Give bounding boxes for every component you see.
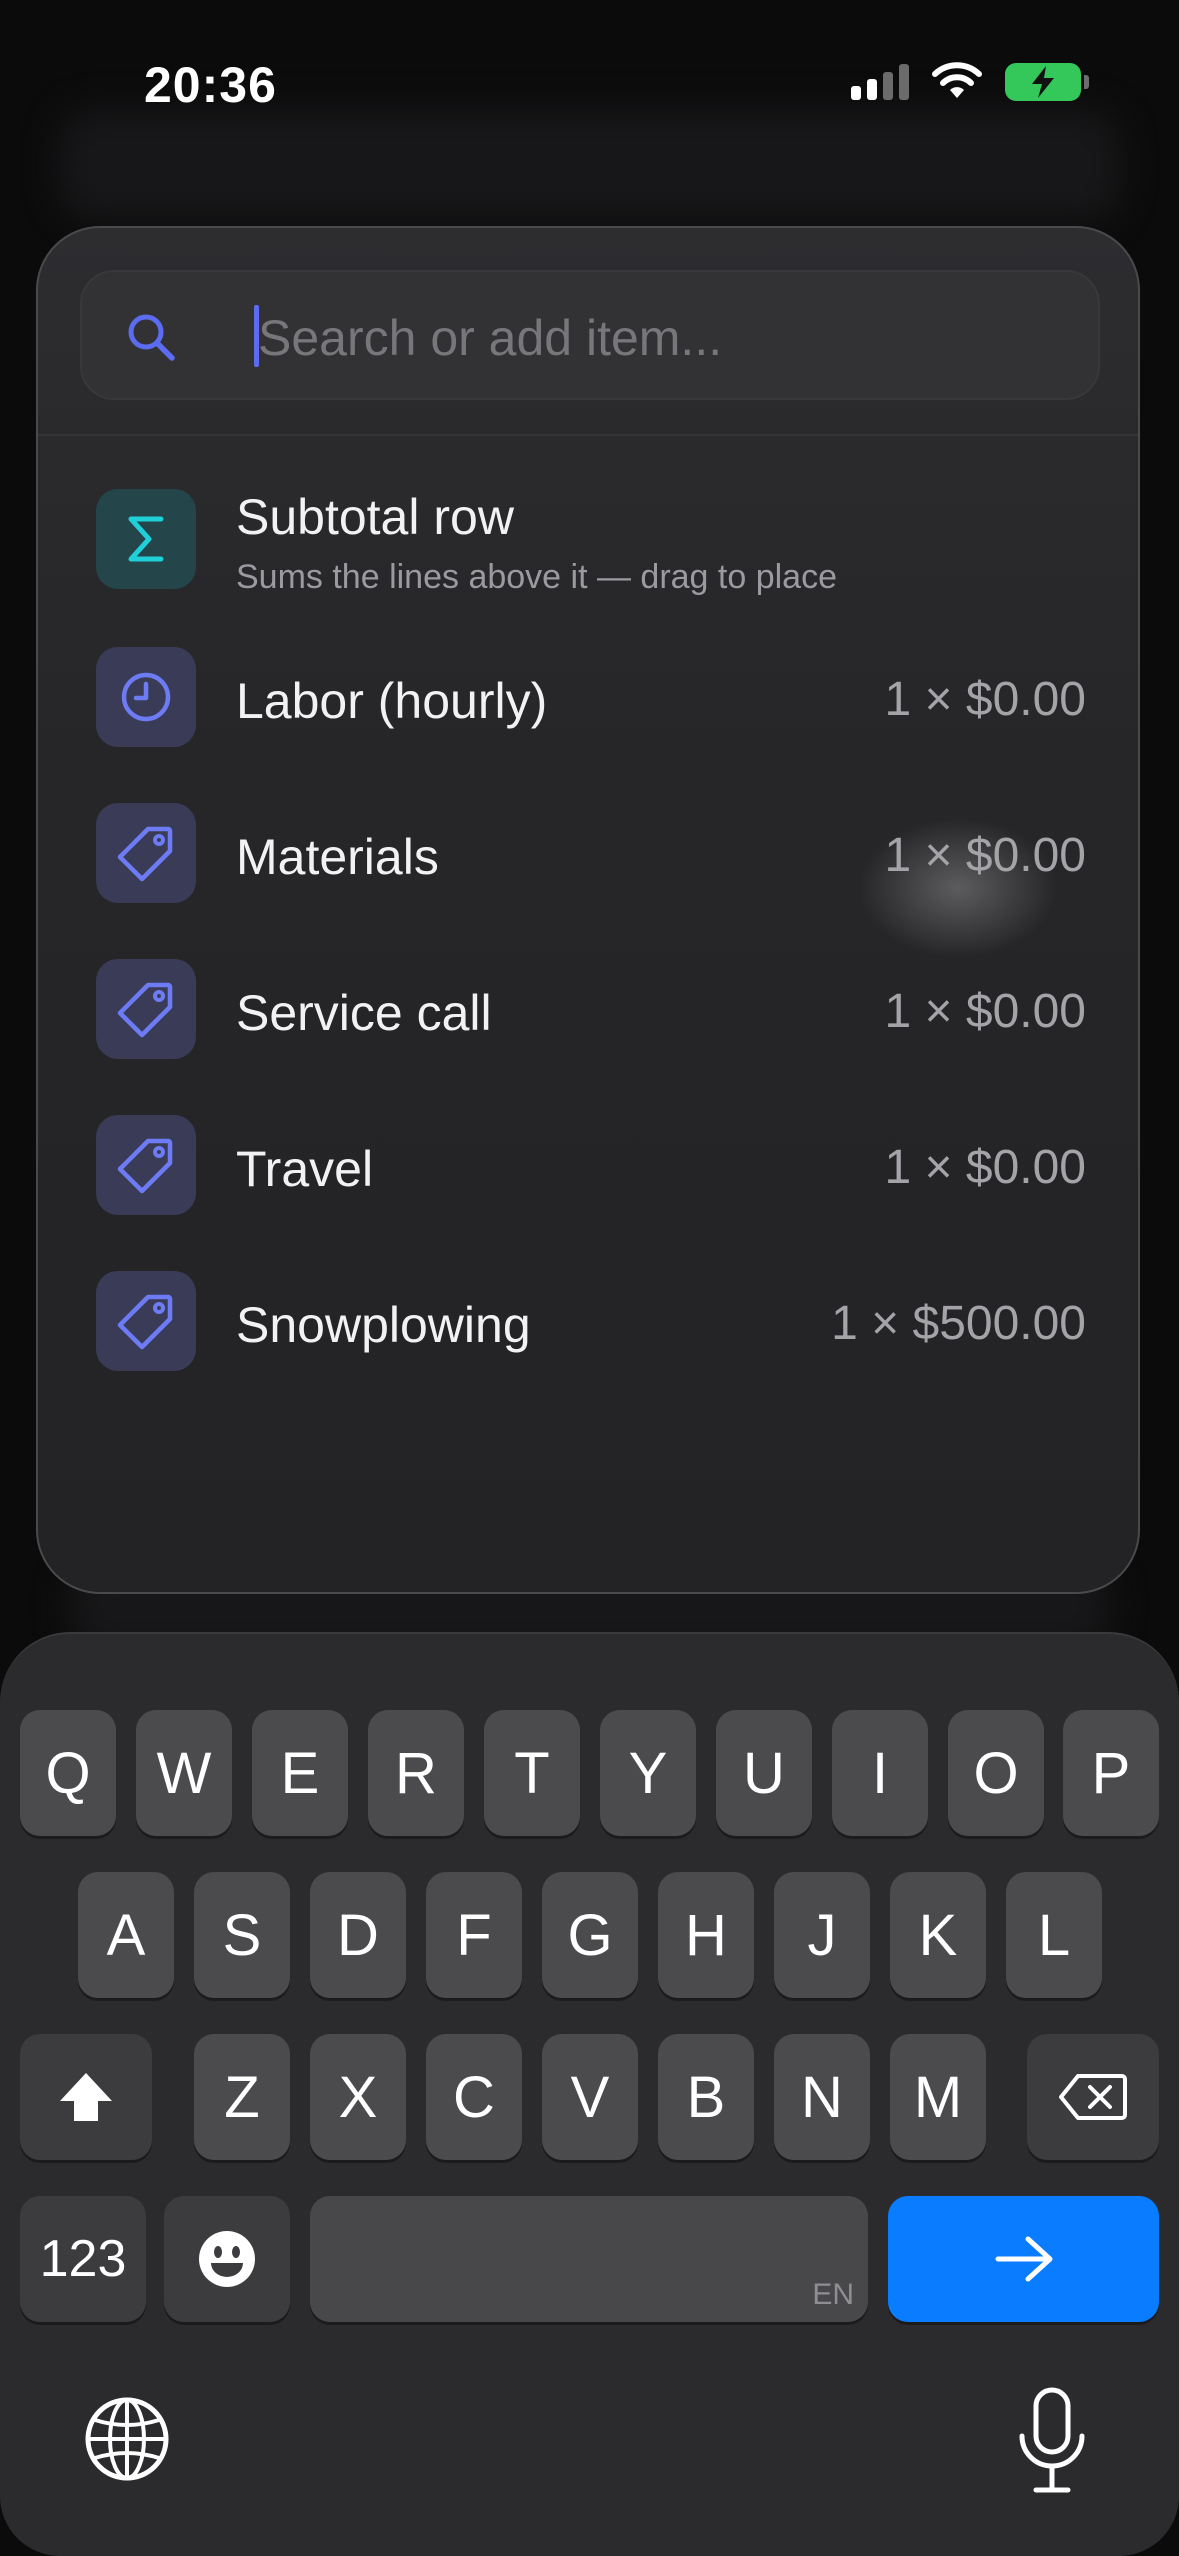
key-l[interactable]: L <box>1006 1872 1102 1998</box>
charging-bolt-icon <box>1032 66 1054 98</box>
key-q[interactable]: Q <box>20 1710 116 1836</box>
key-x[interactable]: X <box>310 2034 406 2160</box>
item-service-call[interactable]: Service call 1 × $0.00 <box>96 954 1086 1064</box>
item-price: 1 × $0.00 <box>884 985 1086 1038</box>
tag-icon <box>96 1271 196 1371</box>
key-y[interactable]: Y <box>600 1710 696 1836</box>
shift-key[interactable] <box>20 2034 152 2160</box>
key-e[interactable]: E <box>252 1710 348 1836</box>
item-materials[interactable]: Materials 1 × $0.00 <box>96 798 1086 908</box>
item-title: Labor (hourly) <box>236 673 548 729</box>
globe-icon[interactable] <box>82 2394 172 2484</box>
search-icon <box>128 314 175 361</box>
key-s[interactable]: S <box>194 1872 290 1998</box>
keyboard: Q W E R T Y U I O P A S D F G H J K L Z … <box>0 1632 1179 2556</box>
item-price: 1 × $0.00 <box>884 829 1086 882</box>
item-title: Snowplowing <box>236 1297 531 1353</box>
item-title: Service call <box>236 985 492 1041</box>
wifi-icon <box>932 62 982 98</box>
key-n[interactable]: N <box>774 2034 870 2160</box>
tag-icon <box>96 1115 196 1215</box>
item-travel[interactable]: Travel 1 × $0.00 <box>96 1110 1086 1220</box>
tag-icon <box>96 803 196 903</box>
key-k[interactable]: K <box>890 1872 986 1998</box>
cellular-signal-icon <box>851 64 909 100</box>
arrow-right-icon <box>995 2236 1052 2282</box>
item-title: Travel <box>236 1141 374 1197</box>
item-title: Subtotal row <box>236 489 514 545</box>
key-v[interactable]: V <box>542 2034 638 2160</box>
key-p[interactable]: P <box>1063 1710 1159 1836</box>
search-divider <box>38 434 1138 436</box>
key-o[interactable]: O <box>948 1710 1044 1836</box>
item-labor-hourly[interactable]: Labor (hourly) 1 × $0.00 <box>96 642 1086 752</box>
key-u[interactable]: U <box>716 1710 812 1836</box>
microphone-icon[interactable] <box>1012 2386 1092 2496</box>
key-m[interactable]: M <box>890 2034 986 2160</box>
numbers-key[interactable]: 123 <box>20 2196 146 2322</box>
delete-key[interactable] <box>1027 2034 1159 2160</box>
status-time: 20:36 <box>144 57 277 113</box>
item-title: Materials <box>236 829 439 885</box>
search-box[interactable] <box>80 270 1100 400</box>
key-t[interactable]: T <box>484 1710 580 1836</box>
go-key[interactable] <box>888 2196 1159 2322</box>
key-i[interactable]: I <box>832 1710 928 1836</box>
search-input[interactable] <box>256 292 1060 384</box>
background-header <box>60 110 1120 220</box>
sigma-icon <box>96 489 196 589</box>
emoji-key[interactable] <box>164 2196 290 2322</box>
battery-icon <box>1005 63 1089 101</box>
key-r[interactable]: R <box>368 1710 464 1836</box>
item-price: 1 × $0.00 <box>884 1141 1086 1194</box>
clock-icon <box>96 647 196 747</box>
key-g[interactable]: G <box>542 1872 638 1998</box>
key-h[interactable]: H <box>658 1872 754 1998</box>
key-w[interactable]: W <box>136 1710 232 1836</box>
language-label: EN <box>812 2278 854 2311</box>
item-subtotal-row[interactable]: Subtotal row Sums the lines above it — d… <box>96 484 1086 596</box>
backspace-icon <box>1059 2074 1127 2120</box>
space-key[interactable]: EN <box>310 2196 868 2322</box>
item-price: 1 × $0.00 <box>884 673 1086 726</box>
add-item-panel: Subtotal row Sums the lines above it — d… <box>36 226 1140 1594</box>
key-z[interactable]: Z <box>194 2034 290 2160</box>
key-j[interactable]: J <box>774 1872 870 1998</box>
item-snowplowing[interactable]: Snowplowing 1 × $500.00 <box>96 1266 1086 1376</box>
status-icons <box>851 62 1089 102</box>
emoji-icon <box>199 2231 255 2287</box>
tag-icon <box>96 959 196 1059</box>
item-price: 1 × $500.00 <box>831 1297 1086 1350</box>
key-f[interactable]: F <box>426 1872 522 1998</box>
item-subtitle: Sums the lines above it — drag to place <box>236 558 837 596</box>
key-b[interactable]: B <box>658 2034 754 2160</box>
key-d[interactable]: D <box>310 1872 406 1998</box>
key-a[interactable]: A <box>78 1872 174 1998</box>
shift-arrow-icon <box>60 2073 112 2121</box>
key-c[interactable]: C <box>426 2034 522 2160</box>
